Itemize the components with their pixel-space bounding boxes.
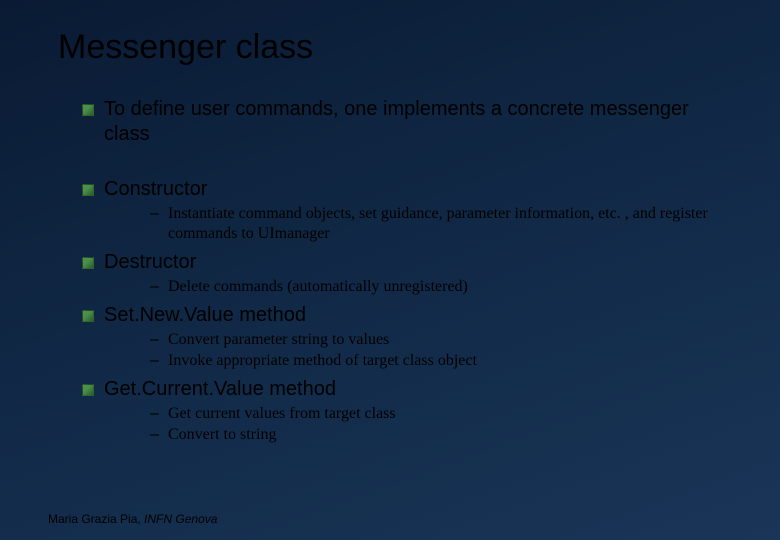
- sub-item: Convert parameter string to values: [150, 330, 732, 350]
- footer-author: Maria Grazia Pia,: [48, 512, 144, 526]
- bullet-item: To define user commands, one implements …: [82, 97, 732, 147]
- slide: Messenger class To define user commands,…: [0, 0, 780, 540]
- bullet-text: Get.Current.Value method: [104, 378, 336, 400]
- bullet-text: To define user commands, one implements …: [104, 98, 689, 145]
- sub-list: Get current values from target class Con…: [150, 404, 732, 445]
- sub-item: Convert to string: [150, 425, 732, 445]
- sub-list: Delete commands (automatically unregiste…: [150, 277, 732, 297]
- bullet-item: Set.New.Value method Convert parameter s…: [82, 303, 732, 371]
- sub-item: Delete commands (automatically unregiste…: [150, 277, 732, 297]
- bullet-text: Destructor: [104, 251, 196, 273]
- sub-item: Invoke appropriate method of target clas…: [150, 351, 732, 371]
- sub-list: Convert parameter string to values Invok…: [150, 330, 732, 371]
- bullet-list: To define user commands, one implements …: [82, 97, 732, 445]
- bullet-text: Constructor: [104, 178, 207, 200]
- footer: Maria Grazia Pia, INFN Genova: [48, 512, 217, 526]
- bullet-item: Destructor Delete commands (automaticall…: [82, 250, 732, 297]
- sub-list: Instantiate command objects, set guidanc…: [150, 204, 732, 244]
- bullet-item: Get.Current.Value method Get current val…: [82, 377, 732, 445]
- bullet-text: Set.New.Value method: [104, 304, 306, 326]
- slide-title: Messenger class: [58, 28, 732, 67]
- sub-item: Instantiate command objects, set guidanc…: [150, 204, 732, 244]
- bullet-item: Constructor Instantiate command objects,…: [82, 177, 732, 244]
- footer-institution: INFN Genova: [144, 512, 217, 526]
- sub-item: Get current values from target class: [150, 404, 732, 424]
